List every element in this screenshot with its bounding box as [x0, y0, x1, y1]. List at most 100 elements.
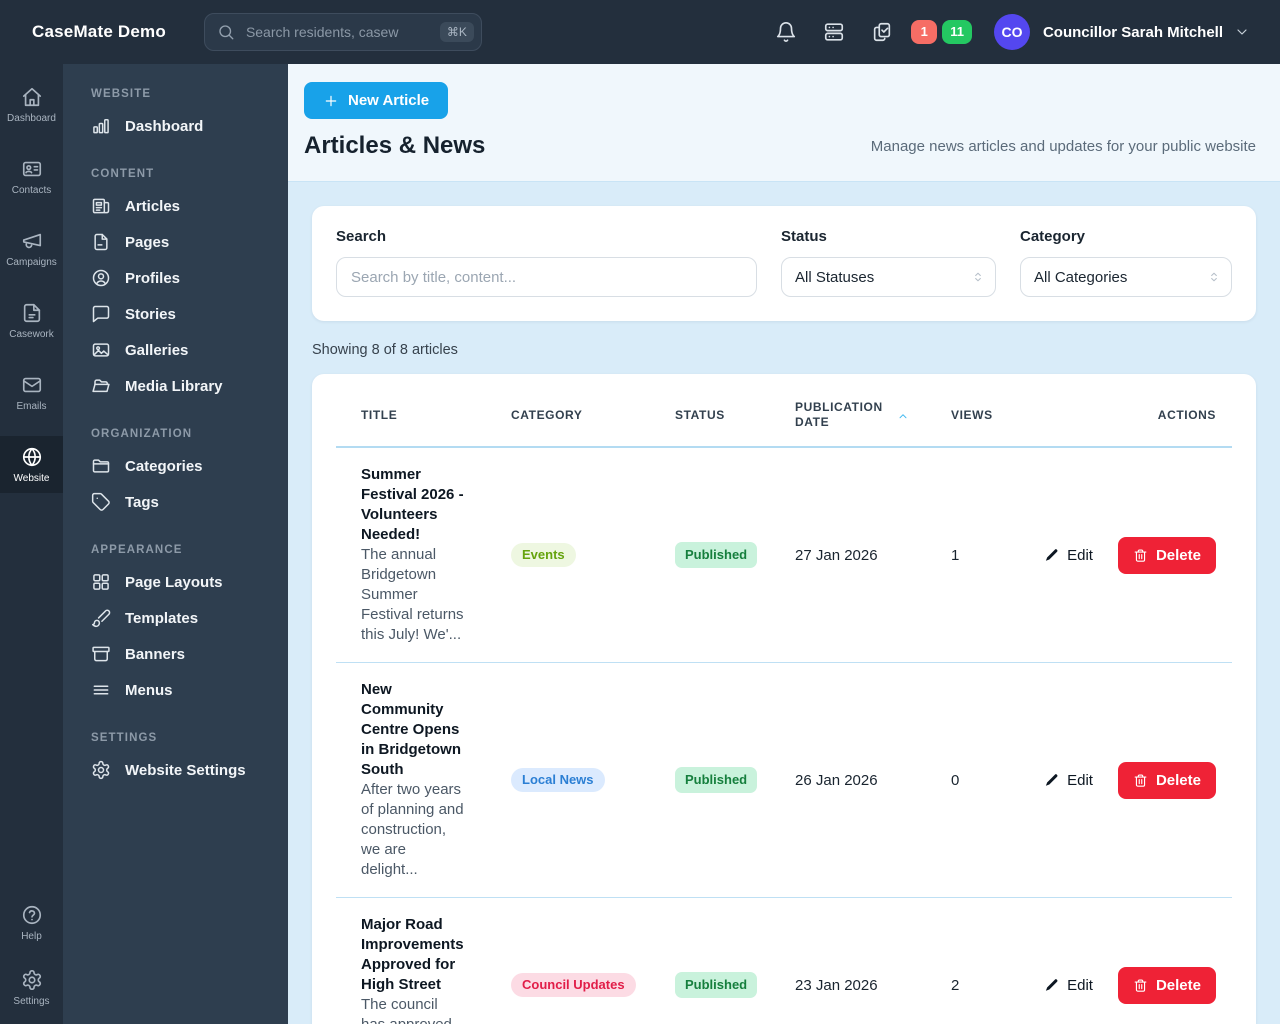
- delete-button[interactable]: Delete: [1117, 536, 1216, 574]
- sidebar-section-website: Website: [91, 88, 152, 100]
- server-icon[interactable]: [823, 21, 845, 43]
- article-title: New Community Centre Opens in Bridgetown…: [361, 681, 461, 778]
- gear-icon: [91, 760, 111, 780]
- column-header-publication-date[interactable]: Publication Date: [770, 400, 926, 430]
- sidebar-item-label: Media Library: [125, 377, 223, 395]
- delete-button[interactable]: Delete: [1117, 761, 1216, 799]
- sidebar-item-tags[interactable]: Tags: [63, 484, 288, 520]
- article-excerpt: The annual Bridgetown Summer Festival re…: [361, 546, 464, 643]
- primary-nav-rail: Dashboard Contacts Campaigns Casework Em…: [0, 64, 63, 1024]
- sidebar-item-label: Menus: [125, 681, 173, 699]
- sidebar-item-website-settings[interactable]: Website Settings: [63, 752, 288, 788]
- results-summary: Showing 8 of 8 articles: [312, 342, 458, 358]
- sidebar-item-profiles[interactable]: Profiles: [63, 260, 288, 296]
- trash-icon: [1133, 773, 1148, 788]
- trash-icon: [1133, 548, 1148, 563]
- article-title: Major Road Improvements Approved for Hig…: [361, 916, 464, 993]
- sidebar-item-banners[interactable]: Banners: [63, 636, 288, 672]
- table-row: Summer Festival 2026 - Volunteers Needed…: [336, 448, 1232, 663]
- article-search-input[interactable]: [336, 257, 757, 297]
- sidebar-item-categories[interactable]: Categories: [63, 448, 288, 484]
- rail-bottom: Help Settings: [0, 894, 63, 1024]
- tag-icon: [91, 492, 111, 512]
- views-count: 2: [951, 976, 960, 994]
- green-count-badge[interactable]: 11: [942, 20, 972, 44]
- paintbrush-icon: [91, 608, 111, 628]
- filters-card: Search Status All Statuses Category A: [312, 206, 1256, 321]
- rail-item-label: Campaigns: [6, 257, 57, 268]
- rail-item-campaigns[interactable]: Campaigns: [0, 220, 63, 277]
- sidebar-item-label: Articles: [125, 197, 181, 215]
- page-header: New Article Articles & News Manage news …: [288, 64, 1280, 182]
- delete-button[interactable]: Delete: [1117, 966, 1216, 1004]
- globe-icon: [21, 446, 43, 468]
- sidebar-item-label: Website Settings: [125, 761, 246, 779]
- sidebar-item-stories[interactable]: Stories: [63, 296, 288, 332]
- rail-item-settings[interactable]: Settings: [0, 959, 63, 1016]
- article-title-cell[interactable]: Major Road Improvements Approved for Hig…: [336, 915, 486, 1024]
- user-circle-icon: [91, 268, 111, 288]
- sidebar-item-page-layouts[interactable]: Page Layouts: [63, 564, 288, 600]
- image-icon: [91, 340, 111, 360]
- rail-item-contacts[interactable]: Contacts: [0, 148, 63, 205]
- user-avatar[interactable]: CO: [993, 14, 1030, 50]
- red-count-badge[interactable]: 1: [911, 20, 938, 44]
- sidebar-item-pages[interactable]: Pages: [63, 224, 288, 260]
- keyboard-shortcut-badge: ⌘K: [439, 22, 474, 42]
- status-select[interactable]: All Statuses: [781, 257, 996, 297]
- article-title-cell[interactable]: Summer Festival 2026 - Volunteers Needed…: [336, 465, 486, 645]
- topbar-right: 1 11 CO Councillor Sarah Mitchell: [749, 14, 1250, 50]
- views-count: 1: [951, 546, 960, 564]
- column-header-title[interactable]: Title: [336, 408, 486, 423]
- grid-icon: [91, 572, 111, 592]
- column-header-category[interactable]: Category: [486, 408, 650, 423]
- category-select[interactable]: All Categories: [1020, 257, 1232, 297]
- pencil-icon: [1044, 548, 1059, 563]
- rail-item-website[interactable]: Website: [0, 436, 63, 493]
- sidebar-item-dashboard[interactable]: Dashboard: [63, 108, 288, 144]
- article-title-cell[interactable]: New Community Centre Opens in Bridgetown…: [336, 680, 486, 880]
- global-search[interactable]: ⌘K: [203, 13, 482, 51]
- sidebar-item-galleries[interactable]: Galleries: [63, 332, 288, 368]
- select-chevrons-icon: [971, 270, 985, 284]
- bar-chart-icon: [91, 116, 111, 136]
- edit-button[interactable]: Edit: [1044, 547, 1093, 564]
- sidebar-item-label: Templates: [125, 609, 199, 627]
- status-badge: Published: [675, 971, 758, 999]
- category-label: Category: [1020, 228, 1086, 245]
- column-header-actions: Actions: [1157, 407, 1216, 422]
- gear-icon: [21, 969, 43, 991]
- table-row: New Community Centre Opens in Bridgetown…: [336, 663, 1232, 898]
- column-header-views[interactable]: Views: [926, 408, 1034, 423]
- app-brand: CaseMate Demo: [32, 22, 166, 41]
- global-search-input[interactable]: [243, 23, 431, 41]
- edit-button[interactable]: Edit: [1044, 977, 1093, 994]
- publication-date: 26 Jan 2026: [795, 771, 878, 789]
- folder-icon: [91, 456, 111, 476]
- sidebar-item-articles[interactable]: Articles: [63, 188, 288, 224]
- search-icon: [217, 23, 235, 41]
- sidebar-item-templates[interactable]: Templates: [63, 600, 288, 636]
- clipboard-check-icon[interactable]: [871, 21, 893, 43]
- sidebar-item-menus[interactable]: Menus: [63, 672, 288, 708]
- edit-button[interactable]: Edit: [1044, 772, 1093, 789]
- rail-item-label: Casework: [9, 329, 54, 340]
- rail-item-casework[interactable]: Casework: [0, 292, 63, 349]
- rail-item-dashboard[interactable]: Dashboard: [0, 76, 63, 133]
- notifications-bell-icon[interactable]: [775, 21, 797, 43]
- page-content: Search Status All Statuses Category A: [288, 182, 1280, 1024]
- category-badge: Local News: [511, 767, 605, 793]
- sidebar-item-label: Banners: [125, 645, 186, 663]
- chevron-down-icon[interactable]: [1234, 24, 1250, 40]
- rail-item-emails[interactable]: Emails: [0, 364, 63, 421]
- sidebar-item-label: Profiles: [125, 269, 181, 287]
- folder-open-icon: [91, 376, 111, 396]
- page-icon: [91, 232, 111, 252]
- home-icon: [21, 86, 43, 108]
- sidebar-item-media-library[interactable]: Media Library: [63, 368, 288, 404]
- column-header-status[interactable]: Status: [650, 408, 770, 423]
- plus-icon: [323, 93, 339, 109]
- rail-item-help[interactable]: Help: [0, 894, 63, 951]
- new-article-button[interactable]: New Article: [304, 82, 449, 119]
- status-badge: Published: [675, 541, 758, 569]
